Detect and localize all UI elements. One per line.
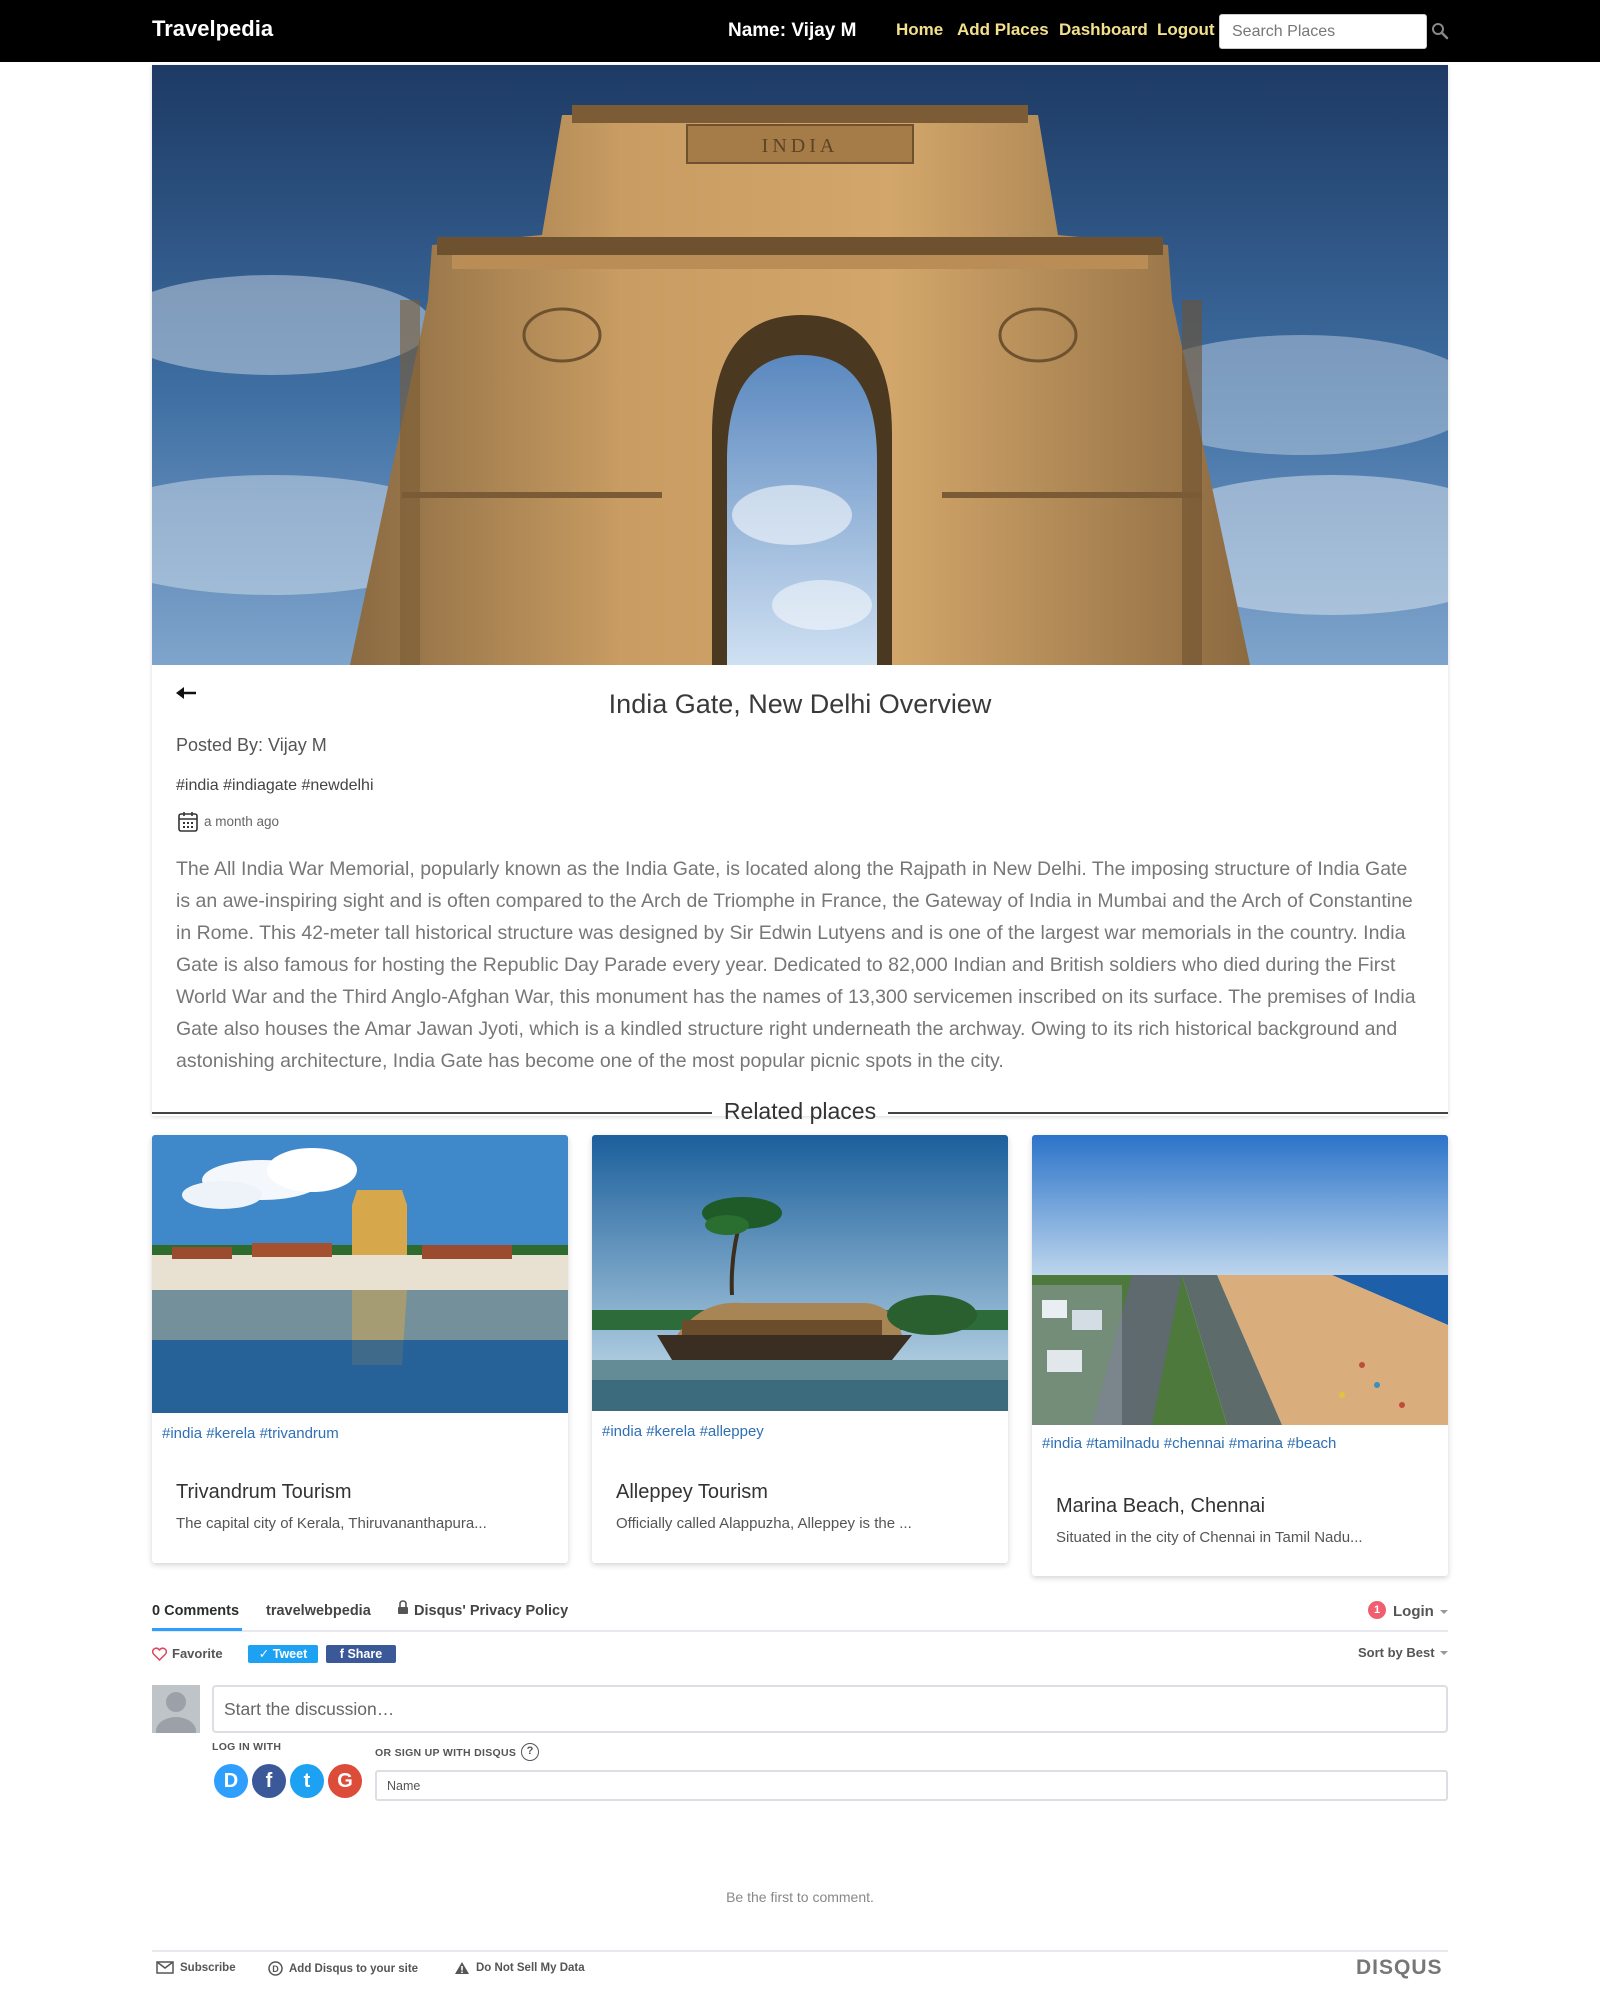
community-tab[interactable]: travelwebpedia — [266, 1603, 371, 1619]
subscribe-link[interactable]: Subscribe — [156, 1961, 236, 1974]
nav-home-link[interactable]: Home — [896, 20, 943, 40]
share-label: Share — [347, 1647, 383, 1661]
related-places-heading: Related places — [723, 1098, 877, 1124]
footer-divider — [152, 1950, 1448, 1952]
lock-icon — [398, 1600, 408, 1614]
google-login-icon[interactable]: G — [328, 1764, 362, 1798]
related-card-image[interactable] — [1032, 1135, 1448, 1425]
related-card-desc: Officially called Alappuzha, Alleppey is… — [616, 1515, 912, 1532]
place-detail-card: INDIA India Gate, New Delhi Overview Pos… — [152, 65, 1448, 1116]
related-card-marina[interactable]: #india #tamilnadu #chennai #marina #beac… — [1032, 1135, 1448, 1576]
user-avatar — [152, 1685, 200, 1733]
related-card-title[interactable]: Marina Beach, Chennai — [1056, 1495, 1265, 1518]
do-not-sell-label: Do Not Sell My Data — [476, 1962, 585, 1974]
posted-by: Posted By: Vijay M — [176, 735, 327, 755]
twitter-login-icon[interactable]: t — [290, 1764, 324, 1798]
posted-time: a month ago — [204, 814, 280, 829]
name-field[interactable] — [375, 1770, 1448, 1801]
disqus-login-icon[interactable]: D — [214, 1764, 248, 1798]
place-tags: #india #indiagate #newdelhi — [176, 777, 374, 794]
warning-icon — [455, 1962, 469, 1974]
search-icon[interactable] — [1431, 22, 1449, 40]
related-card-tags: #india #kerela #trivandrum — [162, 1425, 339, 1442]
facebook-login-icon[interactable]: f — [252, 1764, 286, 1798]
related-divider-right — [888, 1112, 1448, 1114]
active-tab-indicator — [152, 1628, 242, 1631]
favorite-button[interactable]: Favorite — [152, 1646, 223, 1661]
tweet-label: Tweet — [272, 1647, 308, 1661]
calendar-icon — [178, 812, 198, 832]
comments-count-tab[interactable]: 0 Comments — [152, 1603, 239, 1619]
subscribe-label: Subscribe — [180, 1961, 236, 1974]
brand-logo[interactable]: Travelpedia — [152, 16, 273, 42]
related-card-desc: The capital city of Kerala, Thiruvananth… — [176, 1515, 487, 1532]
related-divider-left — [152, 1112, 712, 1114]
hero-arch-inscription: INDIA — [762, 135, 839, 157]
disqus-divider — [152, 1630, 1448, 1632]
empty-comments-message: Be the first to comment. — [726, 1889, 874, 1905]
envelope-icon — [156, 1961, 174, 1974]
nav-add-places-link[interactable]: Add Places — [957, 20, 1049, 40]
related-card-tags: #india #tamilnadu #chennai #marina #beac… — [1042, 1435, 1337, 1452]
sort-dropdown[interactable]: Sort by Best — [1358, 1645, 1435, 1660]
related-card-image[interactable] — [592, 1135, 1008, 1411]
related-card-trivandrum[interactable]: #india #kerela #trivandrum Trivandrum To… — [152, 1135, 568, 1563]
related-card-alleppey[interactable]: #india #kerela #alleppey Alleppey Touris… — [592, 1135, 1008, 1563]
facebook-icon: f — [339, 1647, 344, 1661]
hero-image: INDIA — [152, 65, 1448, 665]
facebook-share-button[interactable]: f Share — [326, 1645, 396, 1663]
add-disqus-link[interactable]: D Add Disqus to your site — [268, 1961, 418, 1976]
place-description: The All India War Memorial, popularly kn… — [176, 858, 1416, 1072]
place-title: India Gate, New Delhi Overview — [608, 689, 992, 719]
related-card-title[interactable]: Trivandrum Tourism — [176, 1481, 352, 1504]
user-name: Name: Vijay M — [728, 20, 857, 41]
sort-caret-icon[interactable] — [1440, 1651, 1448, 1655]
search-input[interactable] — [1219, 14, 1427, 49]
privacy-policy-link[interactable]: Disqus' Privacy Policy — [414, 1603, 568, 1619]
comment-input[interactable]: Start the discussion… — [212, 1685, 1448, 1733]
nav-dashboard-link[interactable]: Dashboard — [1059, 20, 1148, 40]
login-caret-icon[interactable] — [1440, 1610, 1448, 1614]
related-card-title[interactable]: Alleppey Tourism — [616, 1481, 768, 1504]
notification-badge[interactable]: 1 — [1368, 1601, 1386, 1619]
disqus-d-icon: D — [268, 1961, 283, 1976]
help-icon[interactable]: ? — [521, 1743, 539, 1761]
heart-icon — [152, 1646, 167, 1661]
nav-logout-link[interactable]: Logout — [1157, 20, 1215, 40]
tweet-button[interactable]: ✓ Tweet — [248, 1645, 318, 1663]
top-navbar: Travelpedia Name: Vijay M Home Add Place… — [0, 0, 1600, 62]
favorite-label: Favorite — [172, 1646, 223, 1661]
svg-text:D: D — [272, 1964, 279, 1974]
related-card-image[interactable] — [152, 1135, 568, 1413]
do-not-sell-link[interactable]: Do Not Sell My Data — [454, 1961, 585, 1975]
login-menu[interactable]: Login — [1393, 1603, 1434, 1620]
twitter-bird-icon: ✓ — [258, 1647, 270, 1661]
related-card-desc: Situated in the city of Chennai in Tamil… — [1056, 1529, 1363, 1546]
related-card-tags: #india #kerela #alleppey — [602, 1423, 764, 1440]
disqus-logo[interactable]: DISQUS — [1356, 1956, 1443, 1980]
add-disqus-label: Add Disqus to your site — [289, 1962, 419, 1975]
sign-up-label: OR SIGN UP WITH DISQUS — [375, 1747, 517, 1759]
log-in-with-label: LOG IN WITH — [212, 1741, 282, 1753]
